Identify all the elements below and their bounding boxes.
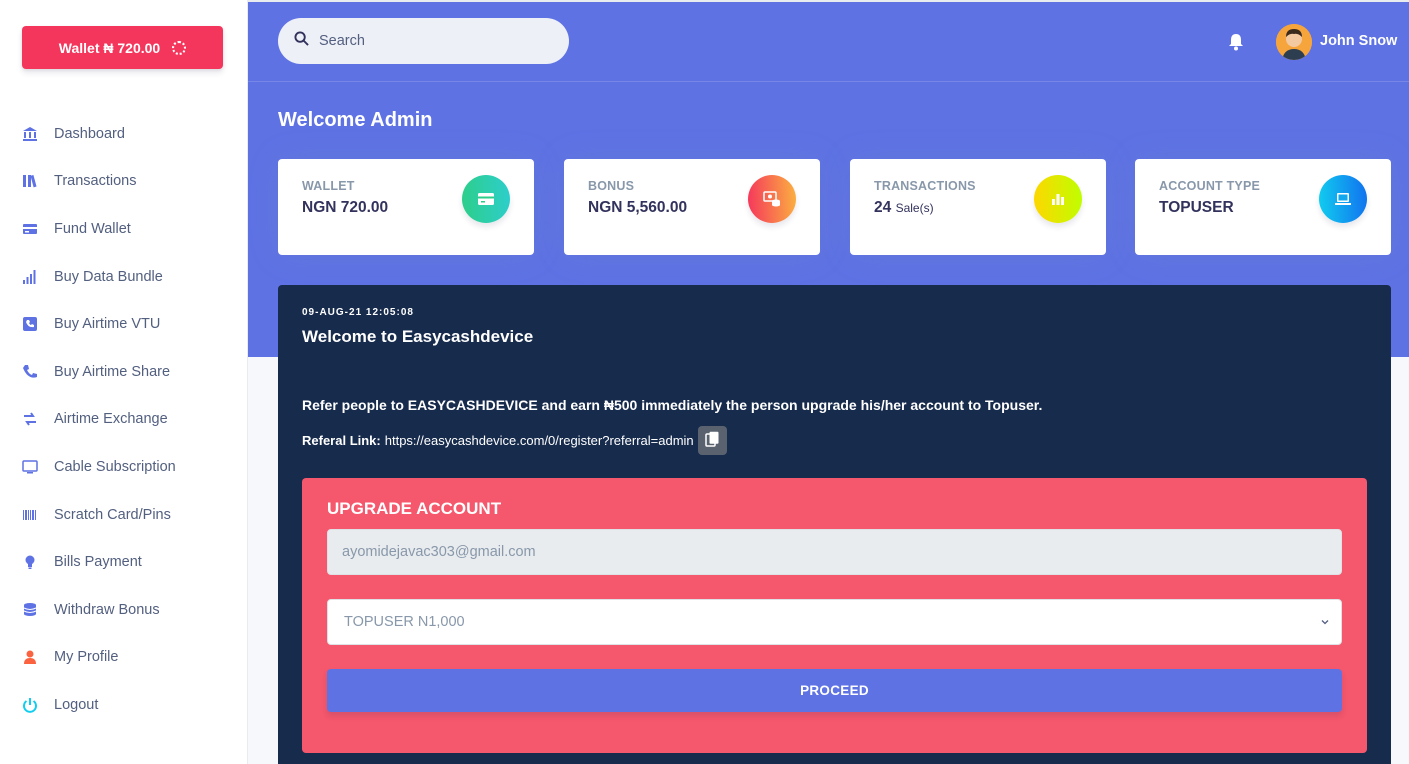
plan-select[interactable]: TOPUSER N1,000	[327, 599, 1342, 645]
sidebar-item-airtime-exchange[interactable]: Airtime Exchange	[0, 396, 248, 444]
refresh-spinner-icon	[172, 40, 187, 55]
transactions-unit: Sale(s)	[895, 201, 934, 215]
sidebar-item-label: Buy Airtime VTU	[54, 316, 161, 333]
chart-bar-icon	[1034, 175, 1082, 223]
sidebar-item-my-profile[interactable]: My Profile	[0, 634, 248, 682]
sidebar-item-label: Logout	[54, 696, 99, 713]
credit-card-icon	[22, 221, 38, 237]
sidebar-item-fund-wallet[interactable]: Fund Wallet	[0, 205, 248, 253]
panel-title: Welcome to Easycashdevice	[302, 327, 534, 346]
transactions-card: TRANSACTIONS 24 Sale(s)	[850, 159, 1106, 255]
topbar: John Snow	[248, 2, 1409, 82]
coins-icon	[22, 602, 38, 618]
search-box[interactable]	[278, 18, 569, 64]
sidebar-item-bills-payment[interactable]: Bills Payment	[0, 538, 248, 586]
page-title: Welcome Admin	[278, 109, 433, 131]
referral-text: Refer people to EASYCASHDEVICE and earn …	[302, 397, 1043, 413]
bank-icon	[22, 126, 38, 142]
sidebar-item-transactions[interactable]: Transactions	[0, 158, 248, 206]
sidebar-item-label: Cable Subscription	[54, 458, 176, 475]
user-icon	[22, 649, 38, 665]
upgrade-title: UPGRADE ACCOUNT	[327, 499, 502, 518]
transactions-count: 24	[874, 199, 892, 216]
sidebar-item-label: Buy Airtime Share	[54, 363, 171, 380]
copy-button[interactable]	[697, 426, 727, 455]
wallet-balance-button[interactable]: Wallet ₦ 720.00	[22, 26, 223, 69]
signal-bars-icon	[22, 269, 38, 285]
sidebar-item-dashboard[interactable]: Dashboard	[0, 110, 248, 158]
sidebar-item-label: Airtime Exchange	[54, 411, 168, 428]
sidebar-item-label: Transactions	[54, 173, 137, 190]
sidebar-item-buy-airtime-vtu[interactable]: Buy Airtime VTU	[0, 300, 248, 348]
phone-square-icon	[22, 316, 38, 332]
money-coins-icon	[748, 175, 796, 223]
bonus-card: BONUS NGN 5,560.00	[564, 159, 820, 255]
timestamp: 09-AUG-21 12:05:08	[302, 307, 414, 318]
referral-url[interactable]: https://easycashdevice.com/0/register?re…	[385, 433, 694, 448]
sidebar-item-label: Bills Payment	[54, 554, 142, 571]
library-icon	[22, 173, 38, 189]
wallet-balance-label: Wallet ₦ 720.00	[58, 39, 161, 56]
sidebar-item-label: My Profile	[54, 649, 119, 666]
user-name[interactable]: John Snow	[1320, 33, 1397, 49]
sidebar-item-label: Buy Data Bundle	[54, 268, 163, 285]
power-icon	[22, 697, 38, 713]
wallet-icon	[462, 175, 510, 223]
copy-icon	[704, 431, 720, 451]
sidebar-item-label: Withdraw Bonus	[54, 601, 160, 618]
wallet-card: WALLET NGN 720.00	[278, 159, 534, 255]
sidebar-item-scratch-card-pins[interactable]: Scratch Card/Pins	[0, 491, 248, 539]
barcode-icon	[22, 507, 38, 523]
exchange-icon	[22, 411, 38, 427]
search-input[interactable]	[319, 33, 539, 49]
sidebar-item-label: Scratch Card/Pins	[54, 506, 171, 523]
sidebar-item-logout[interactable]: Logout	[0, 681, 248, 729]
notification-bell-icon[interactable]	[1228, 33, 1244, 51]
laptop-icon	[1319, 175, 1367, 223]
avatar[interactable]	[1276, 24, 1312, 60]
welcome-panel: 09-AUG-21 12:05:08 Welcome to Easycashde…	[278, 285, 1391, 764]
referral-label: Referal Link:	[302, 433, 381, 448]
sidebar-item-withdraw-bonus[interactable]: Withdraw Bonus	[0, 586, 248, 634]
chevron-down-icon	[1319, 616, 1331, 628]
bulb-icon	[22, 554, 38, 570]
plan-selected-value: TOPUSER N1,000	[344, 614, 465, 630]
sidebar: Wallet ₦ 720.00 Dashboard Transactions F…	[0, 0, 248, 764]
proceed-button[interactable]: PROCEED	[327, 669, 1342, 712]
tv-icon	[22, 459, 38, 475]
phone-icon	[22, 364, 38, 380]
upgrade-account-form: UPGRADE ACCOUNT ayomidejavac303@gmail.co…	[302, 478, 1367, 753]
sidebar-item-label: Dashboard	[54, 125, 125, 142]
sidebar-item-cable-subscription[interactable]: Cable Subscription	[0, 443, 248, 491]
sidebar-nav: Dashboard Transactions Fund Wallet Buy D…	[0, 110, 248, 729]
search-icon	[294, 31, 309, 51]
email-field: ayomidejavac303@gmail.com	[327, 529, 1342, 575]
referral-link-row: Referal Link: https://easycashdevice.com…	[302, 426, 727, 455]
sidebar-item-buy-data-bundle[interactable]: Buy Data Bundle	[0, 253, 248, 301]
account-type-card: ACCOUNT TYPE TOPUSER	[1135, 159, 1391, 255]
sidebar-item-buy-airtime-share[interactable]: Buy Airtime Share	[0, 348, 248, 396]
sidebar-item-label: Fund Wallet	[54, 220, 131, 237]
